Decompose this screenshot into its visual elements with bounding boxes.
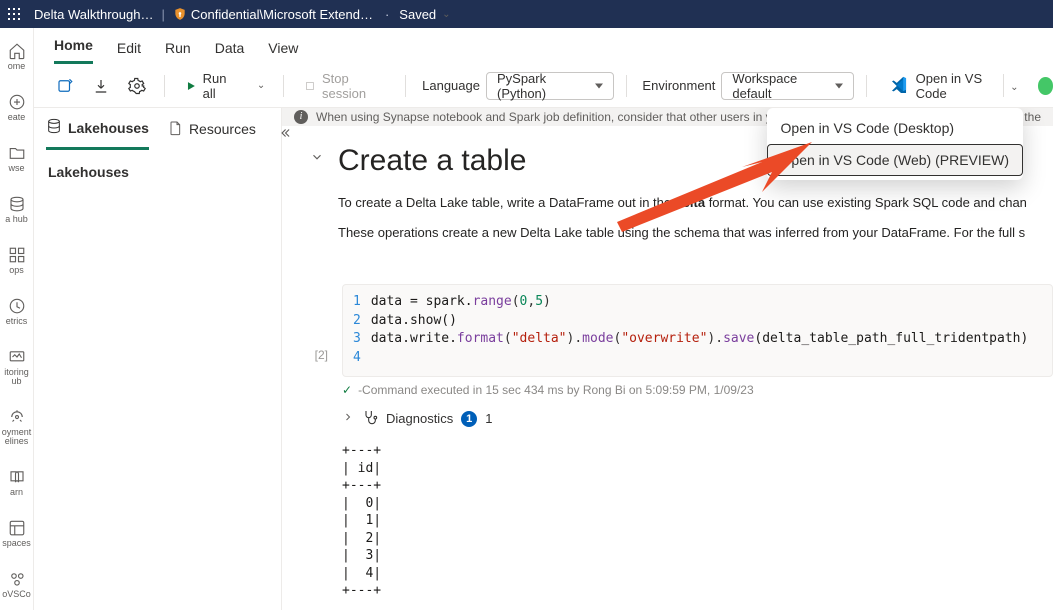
vscode-option-desktop[interactable]: Open in VS Code (Desktop): [767, 112, 1023, 144]
diagnostics-count: 1: [485, 411, 492, 426]
separator: [283, 75, 284, 97]
rail-datahub[interactable]: a hub: [0, 195, 33, 224]
rail-vscode[interactable]: oVSCo: [0, 570, 33, 599]
code-content: data = spark.range(0,5) data.show() data…: [371, 293, 1052, 368]
separator: [164, 75, 165, 97]
rail-monitoring[interactable]: itoring ub: [0, 348, 33, 386]
rail-create[interactable]: eate: [0, 93, 33, 122]
vscode-option-web[interactable]: Open in VS Code (Web) (PREVIEW): [767, 144, 1023, 176]
saved-dropdown-icon[interactable]: ⌄: [442, 9, 450, 20]
rail-label: eate: [8, 113, 26, 122]
menu-tabs: Home Edit Run Data View: [34, 28, 1053, 64]
collapse-cell-button[interactable]: [310, 150, 324, 252]
run-all-dropdown[interactable]: ⌄: [251, 76, 271, 95]
rail-home[interactable]: ome: [0, 42, 33, 71]
stethoscope-icon: [362, 409, 378, 428]
language-value: PySpark (Python): [497, 71, 585, 101]
text: format. You can use existing Spark SQL c…: [705, 195, 1027, 210]
diagnostics-count-badge: 1: [461, 411, 477, 427]
side-tab-resources-label: Resources: [189, 121, 256, 137]
environment-value: Workspace default: [732, 71, 824, 101]
side-tab-resources[interactable]: Resources: [167, 120, 256, 149]
environment-select[interactable]: Workspace default: [721, 72, 853, 100]
side-tab-lakehouses-label: Lakehouses: [68, 120, 149, 136]
tab-data[interactable]: Data: [215, 34, 245, 64]
expand-diagnostics-button[interactable]: [342, 411, 354, 426]
shield-icon: [173, 7, 187, 21]
rail-label: ops: [9, 266, 24, 275]
rail-workspaces[interactable]: spaces: [0, 519, 33, 548]
text: To create a Delta Lake table, write a Da…: [338, 195, 675, 210]
rail-pipelines[interactable]: oyment elines: [0, 408, 33, 446]
document-title[interactable]: Delta Walkthrough…: [34, 7, 153, 22]
markdown-paragraph-1: To create a Delta Lake table, write a Da…: [338, 192, 1053, 214]
rail-label: spaces: [2, 539, 31, 548]
run-all-label: Run all: [203, 71, 237, 101]
code-editor[interactable]: 1234 data = spark.range(0,5) data.show()…: [342, 284, 1053, 377]
side-tab-lakehouses[interactable]: Lakehouses: [46, 118, 149, 150]
tab-home[interactable]: Home: [54, 31, 93, 64]
open-vscode-dropdown-trigger[interactable]: ⌄: [1003, 74, 1024, 97]
rail-label: arn: [10, 488, 23, 497]
rail-label: a hub: [5, 215, 28, 224]
separator: [866, 75, 867, 97]
separator: [405, 75, 406, 97]
vscode-dropdown-menu: Open in VS Code (Desktop) Open in VS Cod…: [767, 108, 1023, 180]
tab-edit[interactable]: Edit: [117, 34, 141, 64]
markdown-paragraph-2: These operations create a new Delta Lake…: [338, 222, 1053, 244]
separator: [626, 75, 627, 97]
stop-session-button[interactable]: Stop session: [296, 67, 393, 105]
waffle-icon[interactable]: [8, 8, 20, 20]
rail-label: oyment elines: [2, 428, 32, 446]
open-vscode-label: Open in VS Code: [916, 71, 994, 101]
rail-label: oVSCo: [2, 590, 31, 599]
run-all-button[interactable]: Run all: [177, 67, 245, 105]
saved-status[interactable]: Saved: [399, 7, 436, 22]
bold-text: delta: [675, 195, 705, 210]
execution-status: ✓ -Command executed in 15 sec 434 ms by …: [342, 383, 1053, 397]
open-vscode-button[interactable]: Open in VS Code: [880, 67, 1004, 105]
settings-button[interactable]: [122, 73, 152, 99]
language-label: Language: [422, 78, 480, 93]
vscode-icon: [890, 75, 908, 96]
diagnostics-label[interactable]: Diagnostics: [386, 411, 453, 426]
line-numbers: 1234: [343, 293, 371, 368]
environment-label: Environment: [642, 78, 715, 93]
check-icon: ✓: [342, 383, 352, 397]
left-nav-rail: ome eate wse a hub ops etrics itoring ub: [0, 28, 34, 610]
rail-browse[interactable]: wse: [0, 144, 33, 173]
rail-metrics[interactable]: etrics: [0, 297, 33, 326]
database-icon: [46, 118, 62, 137]
stop-session-label: Stop session: [322, 71, 385, 101]
rail-apps[interactable]: ops: [0, 246, 33, 275]
sensitivity-label[interactable]: Confidential\Microsoft Extend…: [191, 7, 373, 22]
separator: |: [161, 7, 164, 22]
rail-label: ome: [8, 62, 26, 71]
download-button[interactable]: [86, 73, 116, 99]
execution-count: [2]: [315, 348, 328, 362]
toolbar: Run all ⌄ Stop session Language PySpark …: [34, 64, 1053, 108]
rail-label: wse: [8, 164, 24, 173]
status-indicator-icon[interactable]: [1038, 77, 1053, 95]
file-icon: [167, 120, 183, 139]
dot-separator: ·: [385, 7, 389, 22]
rail-learn[interactable]: arn: [0, 468, 33, 497]
notebook-area: i When using Synapse notebook and Spark …: [282, 108, 1053, 610]
exec-status-text: -Command executed in 15 sec 434 ms by Ro…: [358, 383, 754, 397]
info-icon: i: [294, 110, 308, 124]
language-select[interactable]: PySpark (Python): [486, 72, 614, 100]
cell-output: +---+ | id| +---+ | 0| | 1| | 2| | 3| | …: [342, 442, 1053, 600]
rail-label: itoring ub: [4, 368, 29, 386]
tab-view[interactable]: View: [268, 34, 298, 64]
side-panel-heading: Lakehouses: [34, 150, 281, 194]
format-button[interactable]: [50, 73, 80, 99]
rail-label: etrics: [6, 317, 28, 326]
side-panel: Lakehouses Resources Lakehouses: [34, 108, 282, 610]
tab-run[interactable]: Run: [165, 34, 191, 64]
app-header: Delta Walkthrough… | Confidential\Micros…: [0, 0, 1053, 28]
